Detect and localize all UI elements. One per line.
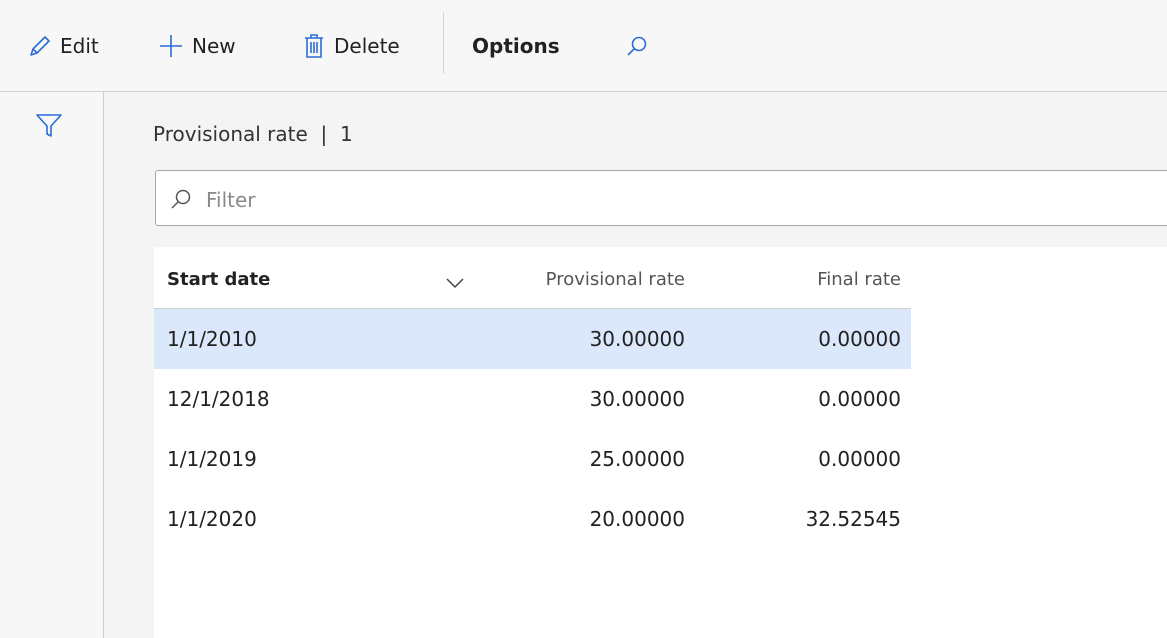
new-button[interactable]: New (158, 26, 236, 66)
plus-icon (158, 33, 184, 59)
chevron-down-icon[interactable] (446, 273, 464, 294)
left-rail (0, 92, 104, 638)
table-row[interactable]: 1/1/2010 30.00000 0.00000 (154, 309, 911, 369)
table-row[interactable]: 1/1/2020 20.00000 32.52545 (154, 489, 911, 549)
filter-input[interactable] (204, 181, 1108, 219)
grid-area: Provisional rate | 1 Start date Provisio… (104, 92, 1167, 638)
data-grid: Start date Provisional rate Final rate 1… (154, 247, 1167, 638)
delete-label: Delete (334, 34, 400, 58)
options-tab[interactable]: Options (472, 26, 560, 66)
options-label: Options (472, 34, 560, 58)
column-header-start-date[interactable]: Start date (167, 269, 270, 290)
cell-start-date[interactable]: 12/1/2018 (167, 387, 270, 411)
action-pane: Edit New Delete Options (0, 0, 1167, 92)
table-row[interactable]: 1/1/2019 25.00000 0.00000 (154, 429, 911, 489)
table-row[interactable]: 12/1/2018 30.00000 0.00000 (154, 369, 911, 429)
cell-final-rate[interactable]: 0.00000 (818, 327, 901, 351)
cell-provisional-rate[interactable]: 25.00000 (590, 447, 685, 471)
trash-icon (302, 33, 326, 59)
grid-caption: Provisional rate | 1 (153, 122, 353, 146)
search-icon (626, 35, 648, 57)
pencil-icon (28, 34, 52, 58)
cell-start-date[interactable]: 1/1/2020 (167, 507, 257, 531)
filter-funnel-icon (34, 114, 64, 144)
cell-start-date[interactable]: 1/1/2010 (167, 327, 257, 351)
edit-label: Edit (60, 34, 99, 58)
column-header-final-rate[interactable]: Final rate (817, 269, 901, 290)
cell-final-rate[interactable]: 0.00000 (818, 447, 901, 471)
grid-filter[interactable] (155, 170, 1167, 226)
edit-button[interactable]: Edit (28, 26, 99, 66)
cell-provisional-rate[interactable]: 30.00000 (590, 327, 685, 351)
toolbar-divider (443, 12, 444, 74)
cell-final-rate[interactable]: 0.00000 (818, 387, 901, 411)
cell-final-rate[interactable]: 32.52545 (806, 507, 901, 531)
delete-button[interactable]: Delete (302, 26, 400, 66)
grid-header: Start date Provisional rate Final rate (154, 247, 911, 309)
cell-provisional-rate[interactable]: 20.00000 (590, 507, 685, 531)
cell-provisional-rate[interactable]: 30.00000 (590, 387, 685, 411)
search-button[interactable] (626, 26, 648, 66)
column-header-provisional-rate[interactable]: Provisional rate (546, 269, 685, 290)
filter-pane-button[interactable] (34, 110, 64, 140)
new-label: New (192, 34, 236, 58)
cell-start-date[interactable]: 1/1/2019 (167, 447, 257, 471)
